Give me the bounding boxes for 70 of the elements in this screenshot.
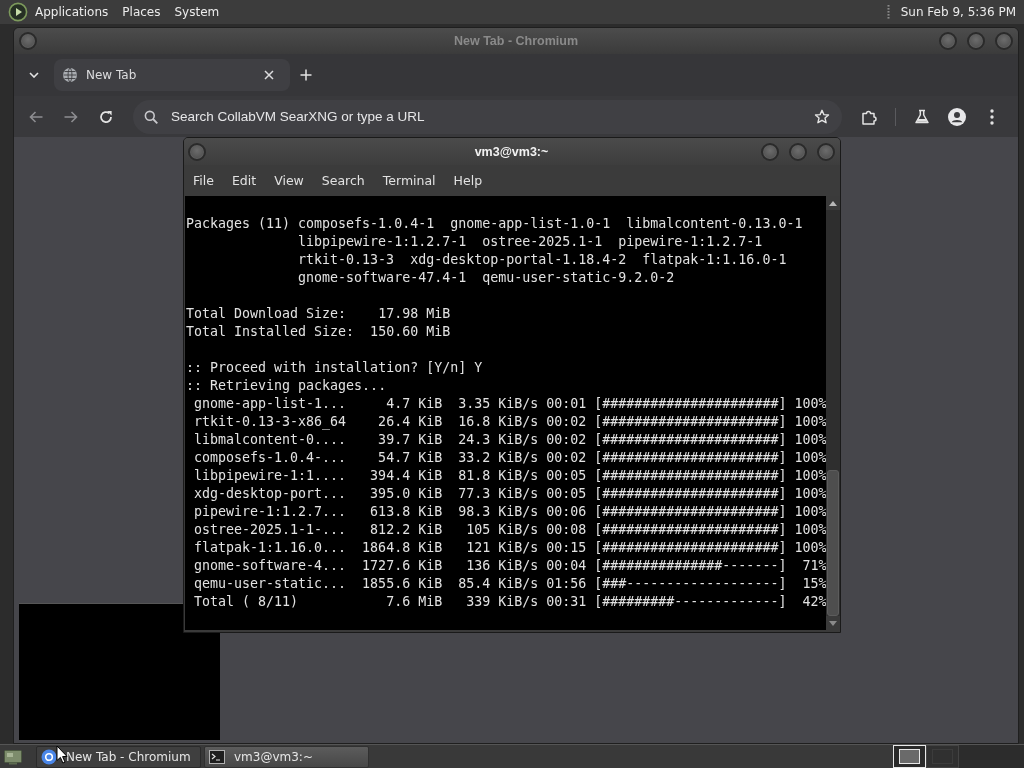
panel-menu[interactable]: Applications (28, 1, 116, 23)
panel-menu[interactable]: System (167, 1, 227, 23)
terminal-line: qemu-user-static... 1855.6 KiB 85.4 KiB/s 01:56 [###-------------------] 15% (194, 575, 826, 593)
menu-bar-item[interactable]: Terminal (373, 168, 445, 193)
terminal-line: flatpak-1:1.16.0... 1864.8 KiB 121 KiB/s 00:15 [######################] 100% (194, 539, 826, 557)
taskbar-button[interactable]: New Tab - Chromium (36, 745, 201, 768)
browser-tab[interactable]: New Tab (54, 59, 290, 91)
window-menu-button[interactable] (19, 32, 37, 50)
terminal-line: composefs-1.0.4-1 gnome-app-list-1.0-1 libmalcontent-0.13.0-1 (298, 215, 803, 233)
terminal-line: Total Download Size: 17.98 MiB (186, 305, 451, 323)
reload-icon (99, 109, 113, 124)
minimize-button[interactable] (939, 32, 957, 50)
terminal-line: libpipewire-1:1.... 394.4 KiB 81.8 KiB/s 00:05 [######################] 100% (194, 467, 826, 485)
address-bar[interactable]: Search CollabVM SearXNG or type a URL (133, 99, 842, 134)
menu-bar-item[interactable]: Help (444, 168, 492, 193)
terminal-line: rtkit-0.13-3 xdg-desktop-portal-1.18.4-2 flatpak-1:1.16.0-1 (298, 251, 787, 269)
close-icon (264, 70, 274, 80)
terminal-line: composefs-1.0.4-... 54.7 KiB 33.2 KiB/s 00:02 [######################] 100% (194, 449, 826, 467)
terminal-line: libmalcontent-0.... 39.7 KiB 24.3 KiB/s 00:02 [######################] 100% (194, 431, 826, 449)
clock[interactable]: Sun Feb 9, 5:36 PM (900, 5, 1016, 19)
terminal-line: gnome-app-list-1... 4.7 KiB 3.35 KiB/s 00:01 [######################] 100% (194, 395, 826, 413)
window-title: vm3@vm3:~ (474, 144, 549, 159)
minimize-button[interactable] (761, 142, 779, 161)
handle-icon (886, 4, 890, 20)
close-button[interactable] (817, 142, 835, 161)
terminal-line: :: Retrieving packages... (186, 377, 387, 395)
window-title: New Tab - Chromium (453, 34, 579, 48)
caret-icon (29, 72, 39, 78)
left-arrow-icon (29, 110, 43, 123)
panel-menu[interactable]: Places (115, 1, 168, 23)
star-icon (814, 108, 830, 125)
taskbar-button[interactable]: vm3@vm3:~ (204, 745, 369, 768)
terminal-line: Total Installed Size: 150.60 MiB (186, 323, 451, 341)
mouse-pointer-icon (56, 745, 68, 764)
desktop-icon (4, 748, 22, 765)
scroll-up-button[interactable] (826, 196, 840, 210)
maximize-button[interactable] (789, 142, 807, 161)
terminal-line: ostree-2025.1-1-... 812.2 KiB 105 KiB/s 00:08 [######################] 100% (194, 521, 826, 539)
menu-bar-item[interactable]: File (184, 168, 223, 193)
maximize-button[interactable] (967, 32, 985, 50)
puzzle-icon (861, 108, 877, 125)
right-arrow-icon (64, 110, 78, 123)
terminal-line: gnome-software-4... 1727.6 KiB 136 KiB/s 00:04 [###############-------] 71% (194, 557, 826, 575)
globe-icon (62, 67, 78, 83)
scrollbar[interactable] (826, 196, 840, 630)
terminal-line: rtkit-0.13-3-x86_64 26.4 KiB 16.8 KiB/s 00:02 [######################] 100% (194, 413, 826, 431)
close-button[interactable] (995, 32, 1013, 50)
menu-bar-item[interactable]: Edit (222, 168, 266, 193)
terminal-icon (209, 749, 225, 764)
scroll-down-button[interactable] (826, 616, 840, 630)
menu-bar-item[interactable]: Search (312, 168, 374, 193)
window-menu-button[interactable] (188, 142, 206, 161)
browser-icon (41, 748, 57, 765)
terminal-line: pipewire-1:1.2.7... 613.8 KiB 98.3 KiB/s 00:06 [######################] 100% (194, 503, 826, 521)
menu-icon (990, 108, 994, 125)
down-triangle-icon (829, 620, 837, 626)
terminal-line: xdg-desktop-port... 395.0 KiB 77.3 KiB/s 00:05 [######################] 100% (194, 485, 826, 503)
flask-icon (914, 108, 930, 125)
terminal-line: :: Proceed with installation? [Y/n] Y (186, 359, 483, 377)
plus-icon (300, 69, 312, 81)
menu-bar-item[interactable]: View (265, 168, 313, 193)
terminal-line: libpipewire-1:1.2.7-1 ostree-2025.1-1 pipewire-1:1.2.7-1 (298, 233, 763, 251)
terminal-line: Total ( 8/11) 7.6 MiB 339 KiB/s 00:31 [#########-------------] 42% (194, 593, 826, 611)
search-icon (144, 109, 158, 124)
menu-logo-icon[interactable] (8, 2, 28, 22)
terminal-line: Packages (11) (186, 215, 291, 233)
scrollbar-thumb[interactable] (827, 470, 839, 616)
person-icon (948, 107, 966, 126)
up-triangle-icon (829, 200, 837, 206)
terminal-line: gnome-software-47.4-1 qemu-user-static-9.2.0-2 (298, 269, 675, 287)
